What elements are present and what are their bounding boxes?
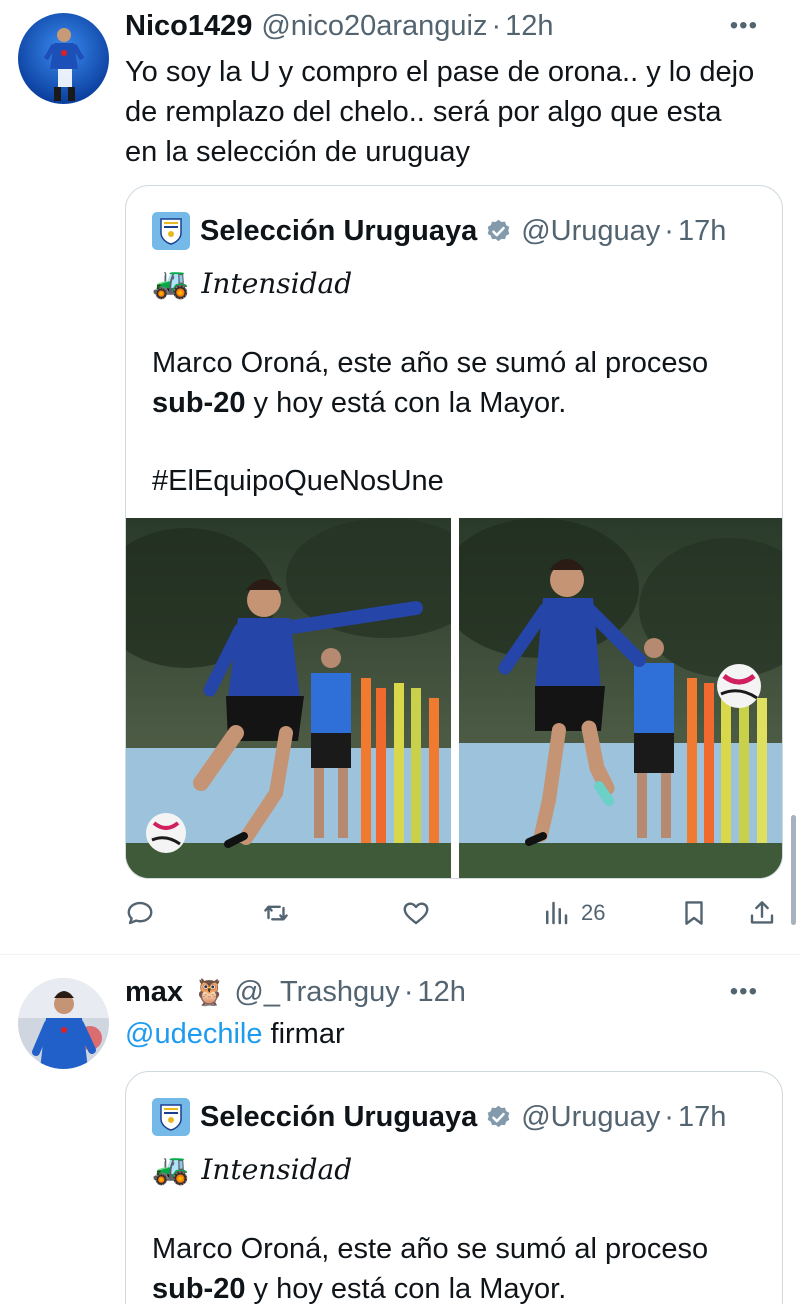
views-count: 26 [581,900,606,925]
retweet-icon [264,905,288,921]
quoted-tweet[interactable]: Selección Uruguaya @Uruguay · 17h 🚜 Inte… [125,1071,783,1304]
tweet-header: max 🦉 @_Trashguy · 12h ••• [125,974,780,1010]
quoted-subtitle: 🚜 Intensidad [152,1150,352,1188]
views-icon [546,901,568,925]
verified-badge-icon [487,1105,510,1127]
owl-emoji-icon: 🦉 [193,976,226,1007]
quoted-display-name[interactable]: Selección Uruguaya [200,1101,477,1134]
bold-text: sub-20 [152,387,246,419]
separator-dot: · [403,975,414,1008]
tweet-header: Nico1429 @nico20aranguiz · 12h ••• [125,8,780,44]
like-icon [403,902,429,925]
media-photo[interactable] [459,518,782,878]
tweet-text: @udechile firmar [125,1014,780,1054]
avatar[interactable] [18,13,109,104]
quoted-tweet-header: Selección Uruguaya @Uruguay · 17h [152,1098,726,1136]
tweet-text-line: de remplazo del chelo.. será por algo qu… [125,96,722,128]
more-icon[interactable]: ••• [730,12,758,40]
quoted-text-rest: y hoy está con la Mayor. [245,387,567,419]
media-photo[interactable] [126,518,451,878]
quoted-avatar[interactable] [152,212,190,250]
separator-dot: · [491,9,502,42]
tractor-icon: 🚜 [152,266,190,300]
quoted-text: Marco Oroná, este año se sumó al proceso… [152,343,762,423]
quoted-text-rest: y hoy está con la Mayor. [245,1273,567,1304]
reply-icon [127,901,153,925]
separator-dot: · [664,214,674,247]
tweet-text-line: Yo soy la U y compro el pase de orona.. … [125,56,755,88]
more-icon[interactable]: ••• [730,978,758,1006]
quoted-avatar[interactable] [152,1098,190,1136]
quoted-user-handle[interactable]: @Uruguay [521,215,660,248]
timestamp[interactable]: 12h [505,10,553,43]
quoted-timestamp[interactable]: 17h [678,215,726,248]
quoted-tweet-header: Selección Uruguaya @Uruguay · 17h [152,212,726,250]
user-handle[interactable]: @nico20aranguiz [261,10,487,43]
quoted-text-line: Marco Oroná, este año se sumó al proceso [152,347,709,379]
quoted-subtitle: 🚜 Intensidad [152,264,352,302]
quoted-tweet[interactable]: Selección Uruguaya @Uruguay · 17h 🚜 Inte… [125,185,783,879]
separator-dot: · [664,1100,674,1133]
mention-link[interactable]: @udechile [125,1018,262,1050]
tweet-text: Yo soy la U y compro el pase de orona.. … [125,52,780,172]
avatar[interactable] [18,978,109,1069]
bookmark-icon [685,901,703,925]
quoted-text-line: Marco Oroná, este año se sumó al proceso [152,1233,709,1265]
quoted-text-line: sub-20 y hoy está con la Mayor. [152,1269,762,1304]
tweet-text-line: en la selección de uruguay [125,136,471,168]
tweet[interactable]: Nico1429 @nico20aranguiz · 12h ••• Yo so… [0,0,800,955]
scrollbar[interactable] [791,815,796,925]
share-icon [750,901,774,924]
like-button[interactable] [401,892,431,934]
tweet[interactable]: max 🦉 @_Trashguy · 12h ••• @udechile fir… [0,956,800,1304]
quoted-text: Marco Oroná, este año se sumó al proceso… [152,1229,762,1304]
quoted-subtitle-text: Intensidad [201,1152,353,1186]
bookmark-button[interactable] [679,892,709,934]
tweet-text-rest: firmar [262,1018,345,1050]
tractor-icon: 🚜 [152,1152,190,1186]
user-handle[interactable]: @_Trashguy [234,976,399,1009]
quoted-text-line: sub-20 y hoy está con la Mayor. [152,383,762,423]
verified-badge-icon [487,219,510,241]
bold-text: sub-20 [152,1273,246,1304]
quoted-user-handle[interactable]: @Uruguay [521,1101,660,1134]
quoted-display-name[interactable]: Selección Uruguaya [200,215,477,248]
tweet-actions: 26 [125,892,782,934]
retweet-button[interactable] [261,892,291,934]
hashtag: #ElEquipoQueNosUne [152,465,444,497]
display-name[interactable]: max [125,976,183,1009]
timestamp[interactable]: 12h [417,976,465,1009]
reply-button[interactable] [125,892,155,934]
quoted-timestamp[interactable]: 17h [678,1101,726,1134]
views-button[interactable]: 26 [541,892,605,934]
media-grid [126,518,782,878]
display-name[interactable]: Nico1429 [125,10,252,43]
quoted-subtitle-text: Intensidad [201,266,353,300]
share-button[interactable] [747,892,777,934]
